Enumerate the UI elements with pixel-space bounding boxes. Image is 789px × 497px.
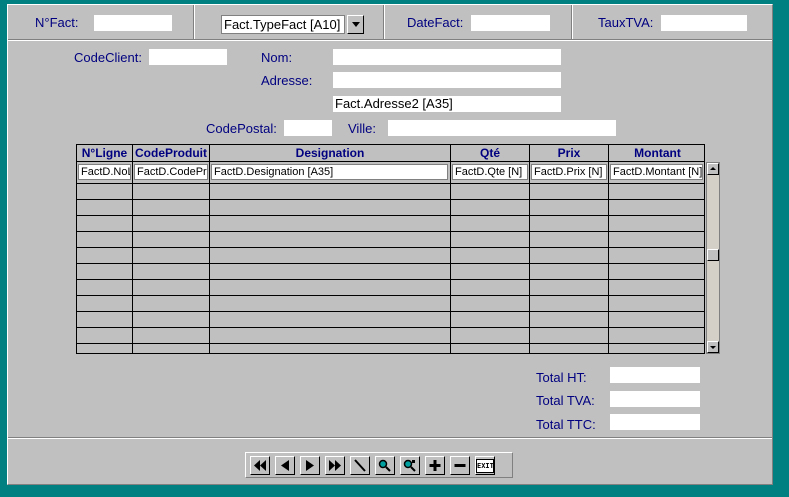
delete-record-icon: [454, 464, 466, 467]
first-record-button[interactable]: [250, 456, 270, 475]
table-row: [77, 215, 704, 216]
total-tva-field[interactable]: [610, 391, 700, 407]
datefact-field[interactable]: [471, 15, 550, 31]
col-header-designation[interactable]: Designation: [210, 145, 451, 161]
ville-label: Ville:: [348, 121, 376, 136]
col-header-codeproduit[interactable]: CodeProduit: [133, 145, 210, 161]
nfact-field[interactable]: [94, 15, 172, 31]
search-button[interactable]: [375, 456, 395, 475]
nfact-label: N°Fact:: [35, 15, 79, 30]
tauxtva-label: TauxTVA:: [598, 15, 654, 30]
total-ht-field[interactable]: [610, 367, 700, 383]
table-row: [77, 183, 704, 184]
table-row: [77, 327, 704, 328]
tauxtva-field[interactable]: [661, 15, 747, 31]
total-ttc-label: Total TTC:: [536, 417, 596, 432]
table-row: [77, 263, 704, 264]
search-next-button[interactable]: [400, 456, 420, 475]
next-record-button[interactable]: [300, 456, 320, 475]
prev-record-icon: [281, 460, 289, 471]
delete-record-button[interactable]: [450, 456, 470, 475]
cell-qte[interactable]: FactD.Qte [N]: [452, 164, 528, 180]
edit-icon: [354, 459, 366, 472]
edit-button[interactable]: [350, 456, 370, 475]
exit-button[interactable]: EXIT: [475, 456, 495, 475]
total-ht-label: Total HT:: [536, 370, 587, 385]
invoice-lines-table: N°Ligne CodeProduit Designation Qté Prix…: [76, 144, 705, 354]
cell-designation[interactable]: FactD.Designation [A35]: [211, 164, 448, 180]
next-record-icon: [306, 460, 314, 471]
add-record-icon: [429, 460, 441, 471]
navigation-toolbar: EXIT: [245, 452, 513, 478]
datefact-label: DateFact:: [407, 15, 464, 30]
codepostal-label: CodePostal:: [206, 121, 277, 136]
cell-noligne[interactable]: FactD.NoL: [78, 164, 131, 180]
nom-label: Nom:: [261, 50, 293, 65]
invoice-form: N°Fact: Fact.TypeFact [A10] DateFact: Ta…: [7, 4, 773, 485]
search-next-icon: [403, 459, 416, 472]
col-header-qte[interactable]: Qté: [451, 145, 530, 161]
ville-field[interactable]: [388, 120, 616, 136]
table-row: [77, 311, 704, 312]
table-scrollbar[interactable]: [706, 162, 720, 354]
adresse-label: Adresse:: [261, 73, 313, 88]
adresse-field[interactable]: [333, 72, 561, 88]
col-header-noligne[interactable]: N°Ligne: [77, 145, 133, 161]
table-row: [77, 199, 704, 200]
search-icon: [378, 459, 391, 472]
nom-field[interactable]: [333, 49, 561, 65]
first-record-icon: [254, 460, 266, 471]
add-record-button[interactable]: [425, 456, 445, 475]
exit-icon: EXIT: [476, 459, 494, 473]
codeclient-field[interactable]: [149, 49, 227, 65]
col-header-montant[interactable]: Montant: [609, 145, 704, 161]
cell-montant[interactable]: FactD.Montant [N]: [610, 164, 703, 180]
chevron-down-icon[interactable]: [347, 15, 364, 34]
typefact-value[interactable]: Fact.TypeFact [A10]: [221, 15, 345, 34]
table-row: [77, 247, 704, 248]
codeclient-label: CodeClient:: [74, 50, 142, 65]
table-row: [77, 231, 704, 232]
table-row: [77, 343, 704, 344]
scroll-up-icon[interactable]: [707, 163, 719, 175]
total-tva-label: Total TVA:: [536, 393, 595, 408]
scroll-down-icon[interactable]: [707, 341, 719, 353]
total-ttc-field[interactable]: [610, 414, 700, 430]
cell-prix[interactable]: FactD.Prix [N]: [531, 164, 607, 180]
table-row: [77, 295, 704, 296]
scroll-thumb[interactable]: [707, 249, 719, 261]
cell-codeproduit[interactable]: FactD.CodePro: [134, 164, 208, 180]
last-record-icon: [329, 460, 341, 471]
col-header-prix[interactable]: Prix: [530, 145, 609, 161]
typefact-combo[interactable]: Fact.TypeFact [A10]: [221, 15, 364, 34]
codepostal-field[interactable]: [284, 120, 332, 136]
last-record-button[interactable]: [325, 456, 345, 475]
adresse2-field[interactable]: Fact.Adresse2 [A35]: [333, 96, 561, 112]
prev-record-button[interactable]: [275, 456, 295, 475]
table-row: [77, 279, 704, 280]
